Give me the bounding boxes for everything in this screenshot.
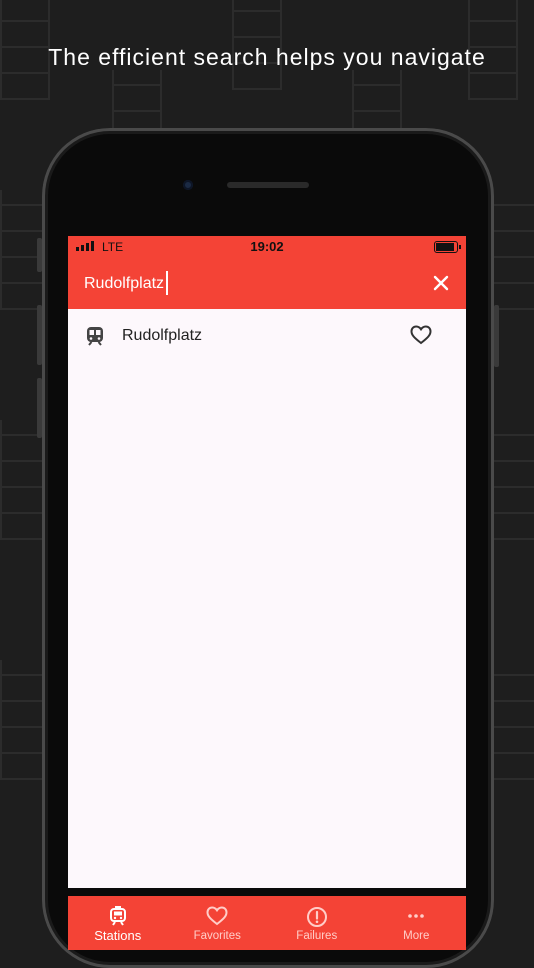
heart-outline-icon[interactable] [410,325,432,345]
phone-silent-switch [37,238,42,272]
search-results: Rudolfplatz [68,309,466,363]
tab-stations[interactable]: Stations [68,896,168,950]
phone-volume-up-button [37,305,42,365]
tab-label: Stations [94,928,142,943]
tab-favorites[interactable]: Favorites [168,896,268,950]
headline: The efficient search helps you navigate [48,44,486,70]
tram-icon [109,906,126,926]
alert-circle-icon [306,907,327,927]
battery-icon [434,241,461,253]
clear-search-button[interactable] [428,270,454,296]
heart-outline-icon [206,906,228,926]
app-screen: LTE 19:02 Rudolfplatz Rudolfplatz Statio… [68,236,466,950]
train-icon [87,327,103,346]
tab-failures[interactable]: Failures [267,896,367,950]
phone-volume-down-button [37,378,42,438]
more-dots-icon [408,914,425,918]
tab-more[interactable]: More [367,896,467,950]
phone-power-button [494,305,499,367]
tab-label: More [403,930,430,942]
search-bar [68,258,466,309]
result-label: Rudolfplatz [122,327,203,344]
earpiece-speaker [227,182,309,188]
text-cursor [166,271,168,295]
tab-label: Favorites [193,930,241,942]
app-header: LTE 19:02 [68,236,466,309]
front-camera [183,180,193,190]
tab-label: Failures [296,930,338,942]
list-item[interactable]: Rudolfplatz [68,309,466,363]
search-input[interactable] [84,272,384,296]
status-time: 19:02 [250,239,284,254]
status-bar: LTE 19:02 [68,236,466,258]
close-icon [433,275,449,291]
bottom-navigation: Stations Favorites Failures More [68,888,466,950]
